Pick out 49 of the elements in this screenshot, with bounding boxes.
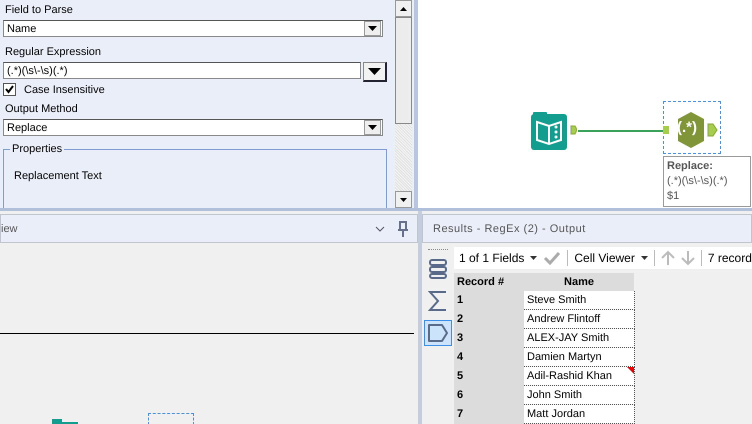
pin-icon[interactable]	[397, 220, 409, 236]
field-dropdown[interactable]: Name	[3, 20, 383, 37]
panel-title: iew	[1, 222, 19, 234]
field-label: Output Method	[5, 103, 79, 115]
checkbox-label: Case Insensitive	[24, 84, 105, 96]
record-number: 3	[454, 328, 524, 348]
tooltip-text: Replace:	[667, 159, 714, 174]
column-header[interactable]: Record #	[454, 273, 524, 291]
table-cell[interactable]: Adil-Rashid Khan	[524, 366, 634, 386]
column-header[interactable]: Name	[524, 273, 634, 291]
table-cell[interactable]: Matt Jordan	[524, 404, 634, 424]
flag-marker	[626, 367, 634, 374]
regex-menu-button[interactable]	[363, 62, 387, 82]
record-number: 7	[454, 404, 524, 424]
checkbox[interactable]	[3, 83, 16, 96]
book-icon[interactable]	[531, 112, 579, 152]
field-label: Replacement Text	[14, 170, 103, 182]
scroll-down-icon[interactable]	[400, 198, 407, 202]
scrollbar[interactable]	[395, 0, 412, 208]
record-number: 1	[454, 291, 524, 310]
field-label: Regular Expression	[5, 46, 102, 58]
output-method-dropdown[interactable]: Replace	[3, 119, 383, 136]
caret-icon[interactable]	[640, 256, 648, 260]
fields-dropdown[interactable]: 1 of 1 Fields	[459, 251, 524, 265]
caret-icon[interactable]	[530, 256, 538, 260]
tag-icon[interactable]	[424, 320, 452, 346]
cell-viewer-dropdown[interactable]: Cell Viewer	[574, 251, 635, 265]
table-cell[interactable]: ALEX-JAY Smith	[524, 328, 634, 348]
tooltip-text: (.*)(\s\-\s)(.*)	[667, 174, 728, 189]
checkmark-icon[interactable]	[543, 251, 562, 265]
record-number: 5	[454, 366, 524, 386]
table-cell[interactable]: John Smith	[524, 386, 634, 404]
caret-icon[interactable]	[368, 125, 377, 130]
caret-icon[interactable]	[368, 26, 377, 31]
table-cell[interactable]: Steve Smith	[524, 291, 634, 310]
regex-field[interactable]: (.*)(\s\-\s)(.*)	[3, 62, 362, 79]
field-label: Field to Parse	[5, 4, 74, 16]
record-number: 2	[454, 310, 524, 328]
group-title: Properties	[10, 143, 64, 155]
record-count: 7 record	[708, 251, 752, 265]
chevron-down-icon[interactable]	[375, 226, 385, 232]
table-cell[interactable]: Damien Martyn	[524, 348, 634, 366]
scroll-up-icon[interactable]	[400, 6, 407, 10]
record-number: 6	[454, 386, 524, 404]
table-cell[interactable]: Andrew Flintoff	[524, 310, 634, 328]
panel-title: Results - RegEx (2) - Output	[432, 222, 587, 234]
tooltip-text: $1	[667, 189, 680, 204]
caret-icon	[368, 68, 382, 75]
record-number: 4	[454, 348, 524, 366]
